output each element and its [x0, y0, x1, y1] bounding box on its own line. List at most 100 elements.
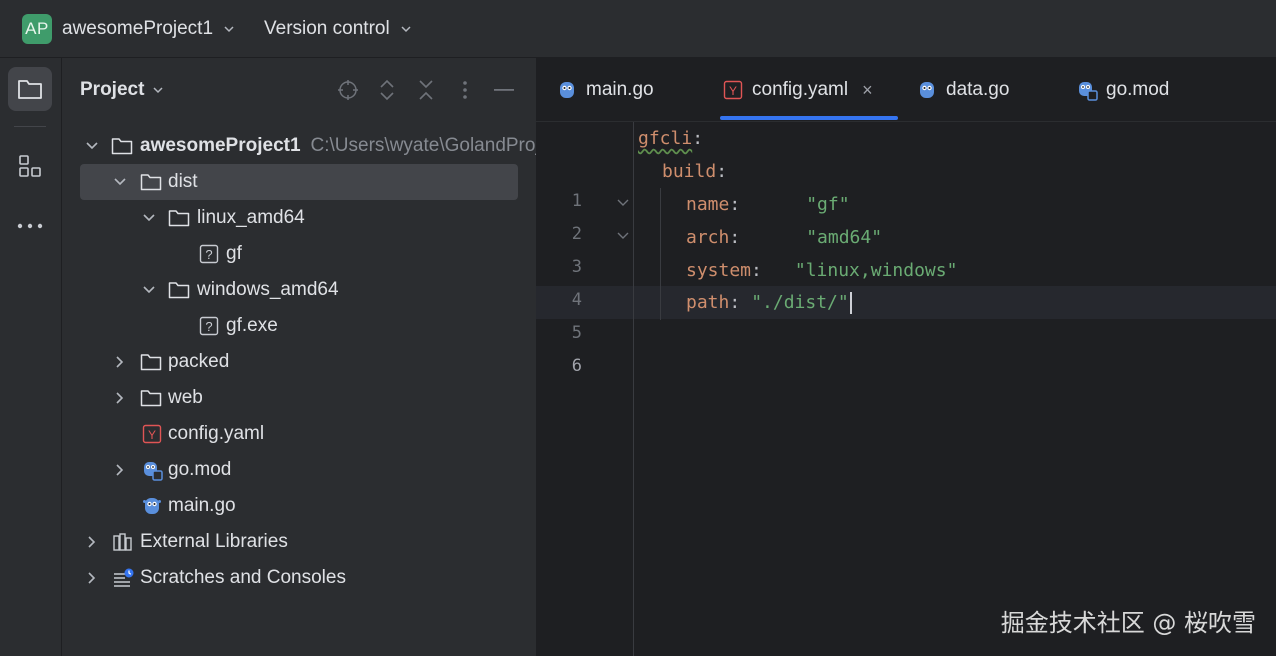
chevron-down-icon[interactable] — [112, 174, 128, 190]
yaml-string: "gf" — [806, 194, 850, 215]
project-panel: Project awesomeProject1 C:\Users\wyate\Go… — [62, 58, 536, 656]
fold-chevron-icon[interactable] — [616, 196, 630, 210]
unknown-file-icon: ? — [198, 315, 220, 337]
tree-item-main-go[interactable]: main.go — [62, 488, 536, 524]
editor-area: main.go Y config.yaml × data.go go.mod 1… — [536, 58, 1276, 656]
tree-item-label: External Libraries — [140, 531, 288, 552]
yaml-string: "linux,windows" — [794, 260, 958, 281]
yaml-key: path — [686, 292, 730, 313]
chevron-down-icon[interactable] — [84, 138, 100, 154]
tool-window-strip — [0, 58, 62, 656]
line-number: 6 — [571, 356, 582, 376]
line-number: 5 — [571, 323, 582, 343]
project-tool-button[interactable] — [8, 67, 52, 111]
line-number: 2 — [571, 224, 582, 244]
tab-label: go.mod — [1106, 79, 1170, 100]
expand-all-icon[interactable] — [375, 78, 399, 102]
chevron-right-icon[interactable] — [84, 534, 100, 550]
scratches-icon — [112, 567, 134, 589]
close-icon[interactable]: × — [862, 80, 873, 101]
fold-chevron-icon[interactable] — [616, 229, 630, 243]
tree-item-go-mod[interactable]: go.mod — [62, 452, 536, 488]
chevron-right-icon[interactable] — [84, 570, 100, 586]
more-icon — [17, 223, 43, 229]
yaml-string: "./dist/" — [751, 292, 849, 313]
tree-item-label: go.mod — [168, 459, 232, 480]
code-line-3[interactable]: name: "gf" — [686, 188, 850, 221]
yaml-string: "amd64" — [806, 227, 883, 248]
tree-item-config-yaml[interactable]: Y config.yaml — [62, 416, 536, 452]
chevron-down-icon[interactable] — [141, 210, 157, 226]
project-view-selector[interactable]: Project — [80, 58, 164, 122]
tree-item-linux-amd64[interactable]: linux_amd64 — [62, 200, 536, 236]
folder-icon — [168, 207, 190, 229]
panel-title: Project — [80, 79, 145, 100]
line-number-gutter[interactable]: 1 2 3 4 5 6 — [536, 122, 634, 656]
current-line-highlight — [536, 286, 1276, 319]
go-mod-icon — [1076, 79, 1098, 101]
project-switcher[interactable]: awesomeProject1 — [62, 0, 235, 58]
tree-item-gf-exe[interactable]: ? gf.exe — [62, 308, 536, 344]
project-panel-header: Project — [62, 58, 536, 122]
tree-item-windows-amd64[interactable]: windows_amd64 — [62, 272, 536, 308]
tree-item-label: windows_amd64 — [197, 279, 339, 300]
tree-item-label: dist — [168, 171, 198, 192]
tree-item-external-libraries[interactable]: External Libraries — [62, 524, 536, 560]
folder-icon — [140, 387, 162, 409]
vcs-label: Version control — [264, 18, 390, 39]
collapse-all-icon[interactable] — [414, 78, 438, 102]
locate-icon[interactable] — [336, 78, 360, 102]
tree-item-web[interactable]: web — [62, 380, 536, 416]
tree-item-label: awesomeProject1 C:\Users\wyate\GolandProj — [140, 135, 536, 157]
gutter-divider — [633, 122, 634, 656]
project-badge[interactable]: AP — [22, 14, 52, 44]
code-line-6[interactable]: path: "./dist/" — [686, 286, 852, 319]
tree-item-dist[interactable]: dist — [62, 164, 536, 200]
editor-tab-bar: main.go Y config.yaml × data.go go.mod — [536, 58, 1276, 122]
tree-item-scratches[interactable]: Scratches and Consoles — [62, 560, 536, 596]
structure-icon — [19, 155, 41, 177]
tab-data-go[interactable]: data.go — [916, 58, 1009, 122]
tab-config-yaml[interactable]: Y config.yaml × — [722, 58, 873, 122]
tree-item-gf[interactable]: ? gf — [62, 236, 536, 272]
folder-icon — [18, 80, 42, 99]
yaml-key: system — [686, 260, 752, 281]
code-line-4[interactable]: arch: "amd64" — [686, 221, 882, 254]
vcs-menu[interactable]: Version control — [264, 0, 412, 58]
chevron-down-icon — [153, 87, 163, 94]
code-line-1[interactable]: gfcli: — [638, 122, 703, 155]
tab-label: data.go — [946, 79, 1010, 100]
line-number: 3 — [571, 257, 582, 277]
chevron-right-icon[interactable] — [112, 354, 128, 370]
svg-text:Y: Y — [729, 84, 737, 98]
active-tab-indicator — [720, 116, 898, 120]
tree-item-label: main.go — [168, 495, 236, 516]
unknown-file-icon: ? — [198, 243, 220, 265]
yaml-key: gfcli — [638, 128, 693, 149]
tree-item-packed[interactable]: packed — [62, 344, 536, 380]
go-file-icon — [916, 79, 938, 101]
chevron-right-icon[interactable] — [112, 390, 128, 406]
tab-main-go[interactable]: main.go — [556, 58, 654, 122]
code-line-5[interactable]: system: "linux,windows" — [686, 254, 957, 287]
go-file-icon — [141, 495, 163, 517]
yaml-key: name — [686, 194, 730, 215]
go-mod-icon — [141, 459, 163, 481]
hide-icon[interactable] — [492, 78, 516, 102]
folder-icon — [111, 135, 133, 157]
more-tools-button[interactable] — [8, 204, 52, 248]
chevron-down-icon[interactable] — [141, 282, 157, 298]
line-number: 4 — [571, 290, 582, 310]
yaml-file-icon: Y — [141, 423, 163, 445]
tool-separator — [14, 126, 46, 127]
tree-item-label: web — [168, 387, 203, 408]
options-icon[interactable] — [453, 78, 477, 102]
svg-text:Y: Y — [148, 428, 156, 442]
tree-item-awesomeproject1[interactable]: awesomeProject1 C:\Users\wyate\GolandProj — [62, 128, 536, 164]
tab-go-mod[interactable]: go.mod — [1076, 58, 1169, 122]
svg-text:?: ? — [205, 247, 212, 262]
chevron-right-icon[interactable] — [112, 462, 128, 478]
structure-tool-button[interactable] — [8, 144, 52, 188]
folder-icon — [168, 279, 190, 301]
code-line-2[interactable]: build: — [662, 155, 727, 188]
